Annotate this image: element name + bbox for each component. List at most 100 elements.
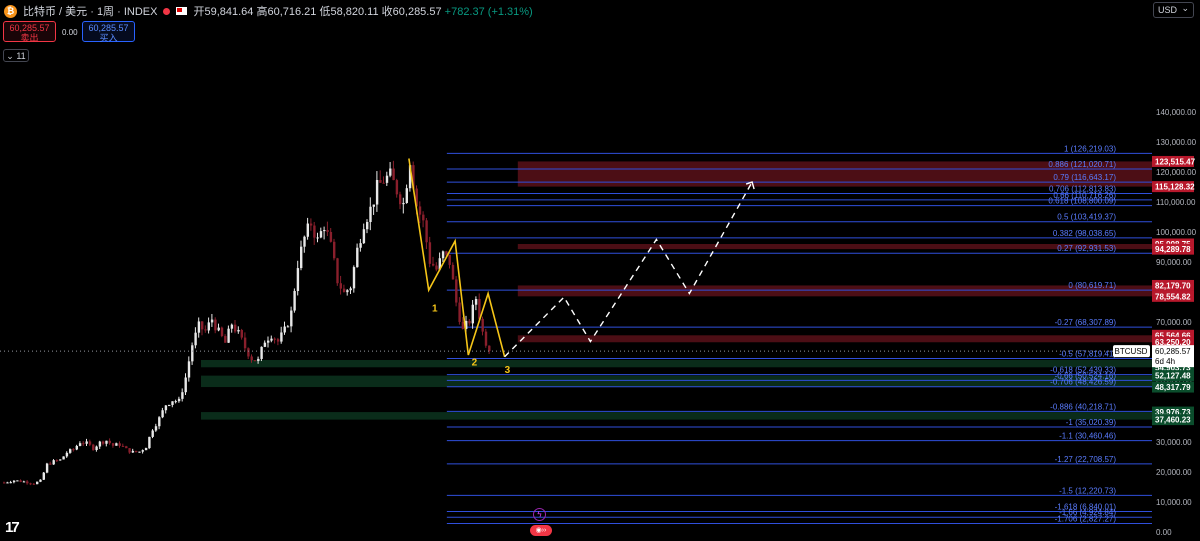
y-tick-label: 0.00 <box>1156 528 1172 537</box>
candle-body <box>306 223 309 237</box>
spread-value: 0.00 <box>62 28 78 37</box>
candle-body <box>69 449 72 453</box>
candle-body <box>168 404 171 406</box>
candle-body <box>303 236 306 247</box>
alert-lightning-icon[interactable]: ϟ <box>533 508 546 521</box>
open-label: 开 <box>193 6 205 18</box>
candle-body <box>3 482 6 484</box>
candle-body <box>144 448 148 451</box>
candle-body <box>52 460 55 465</box>
fib-label-22: -1.706 (2,827.27) <box>1055 515 1117 524</box>
candle-body <box>6 482 9 484</box>
candle-body <box>293 290 296 311</box>
fib-label-14: -0.706 (48,426.59) <box>1050 378 1116 387</box>
candle-body <box>36 481 39 485</box>
price-tag-text: 82,179.70 <box>1155 281 1191 290</box>
wave-label-3: 3 <box>505 365 511 376</box>
candle-body <box>12 480 16 483</box>
candle-body <box>39 479 42 482</box>
candle-body <box>356 247 359 268</box>
price-tag-text: 52,127.48 <box>1155 372 1191 381</box>
candle-body <box>49 463 52 465</box>
candle-body <box>194 332 197 346</box>
price-chart[interactable]: 1 (126,219.03) 0.886 (121,020.71) 0.79 (11… <box>0 0 1200 541</box>
candle-body <box>402 202 405 205</box>
candle-body <box>227 328 230 343</box>
buy-price: 60,285.57 <box>88 23 129 33</box>
y-tick-label: 70,000.00 <box>1156 318 1192 327</box>
candle-body <box>201 321 204 330</box>
candle-body <box>115 443 118 446</box>
candle-body <box>174 401 177 403</box>
sell-price: 60,285.57 <box>9 23 50 33</box>
candle-body <box>432 263 435 266</box>
candle-body <box>177 398 181 402</box>
wave-layer: 1 2 3 BTCUSD <box>0 158 1152 376</box>
candle-body <box>95 446 98 450</box>
fib-label-11: -0.5 (57,819.41) <box>1059 350 1116 359</box>
sell-button[interactable]: 60,285.57 卖出 <box>3 21 56 43</box>
fib-label-18: -1.27 (22,708.57) <box>1055 455 1117 464</box>
sell-label: 卖出 <box>20 33 39 43</box>
buy-label: 买入 <box>99 33 118 43</box>
close-value: 60,285.57 <box>392 6 442 18</box>
candle-body <box>474 299 478 305</box>
candle-body <box>26 481 29 484</box>
candle-body <box>352 267 356 289</box>
candle-body <box>319 231 323 238</box>
wave-label-1: 1 <box>432 304 438 315</box>
candle-body <box>369 206 372 223</box>
fib-label-1: 0.886 (121,020.71) <box>1048 160 1116 169</box>
y-tick-label: 20,000.00 <box>1156 468 1192 477</box>
y-tick-label: 30,000.00 <box>1156 438 1192 447</box>
candle-body <box>382 182 385 184</box>
indicators-toggle-button[interactable]: ⌄ 11 <box>3 49 29 62</box>
candle-body <box>22 481 26 483</box>
candle-body <box>389 168 392 176</box>
candle-body <box>111 443 115 446</box>
candle-body <box>392 168 395 181</box>
candle-body <box>141 450 144 452</box>
tradingview-logo-icon[interactable]: 17 <box>5 519 20 536</box>
fib-label-10: -0.27 (68,307.89) <box>1055 318 1117 327</box>
price-tag-text: 48,317.79 <box>1155 383 1191 392</box>
candle-body <box>273 338 276 340</box>
candle-body <box>257 358 260 361</box>
candle-body <box>342 288 346 293</box>
fib-label-9: 0 (80,619.71) <box>1068 281 1116 290</box>
candle-body <box>204 329 207 331</box>
wave-label-2: 2 <box>472 358 478 369</box>
candle-body <box>300 246 303 269</box>
economic-events-icon[interactable]: ◉›› <box>530 525 552 536</box>
candle-body <box>88 441 92 445</box>
candle-body <box>372 204 375 207</box>
fib-label-5: 0.618 (108,800.09) <box>1048 197 1116 206</box>
candle-body <box>75 445 78 450</box>
candle-body <box>62 456 65 460</box>
symbol-header: ₿ 比特币 / 美元 · 1周 · INDEX 开59,841.64 高60,7… <box>4 2 533 20</box>
candle-body <box>428 242 432 264</box>
y-tick-label: 100,000.00 <box>1156 228 1197 237</box>
candle-body <box>418 206 422 215</box>
price-tag-text: 123,515.47 <box>1155 157 1196 166</box>
candle-body <box>375 180 379 205</box>
candle-body <box>72 449 75 451</box>
fib-label-8: 0.27 (92,931.53) <box>1057 244 1116 253</box>
candle-body <box>171 401 174 405</box>
buy-button[interactable]: 60,285.57 买入 <box>82 21 135 43</box>
currency-select[interactable]: USD <box>1153 1 1194 18</box>
candle-body <box>385 175 389 183</box>
symbol-title[interactable]: 比特币 / 美元 · 1周 · INDEX <box>23 3 157 19</box>
fib-label-15: -0.886 (40,218.71) <box>1050 402 1116 411</box>
indicator-count: 11 <box>16 51 26 61</box>
candle-body <box>214 319 217 331</box>
symbol-tag-text: BTCUSD <box>1115 347 1148 356</box>
y-tick-label: 140,000.00 <box>1156 108 1197 117</box>
candle-body <box>247 348 250 357</box>
candle-body <box>102 441 105 444</box>
candle-body <box>154 426 158 431</box>
candle-body <box>108 440 111 444</box>
candle-body <box>448 254 451 265</box>
candle-body <box>59 459 62 461</box>
fib-label-2: 0.79 (116,643.17) <box>1053 173 1116 182</box>
